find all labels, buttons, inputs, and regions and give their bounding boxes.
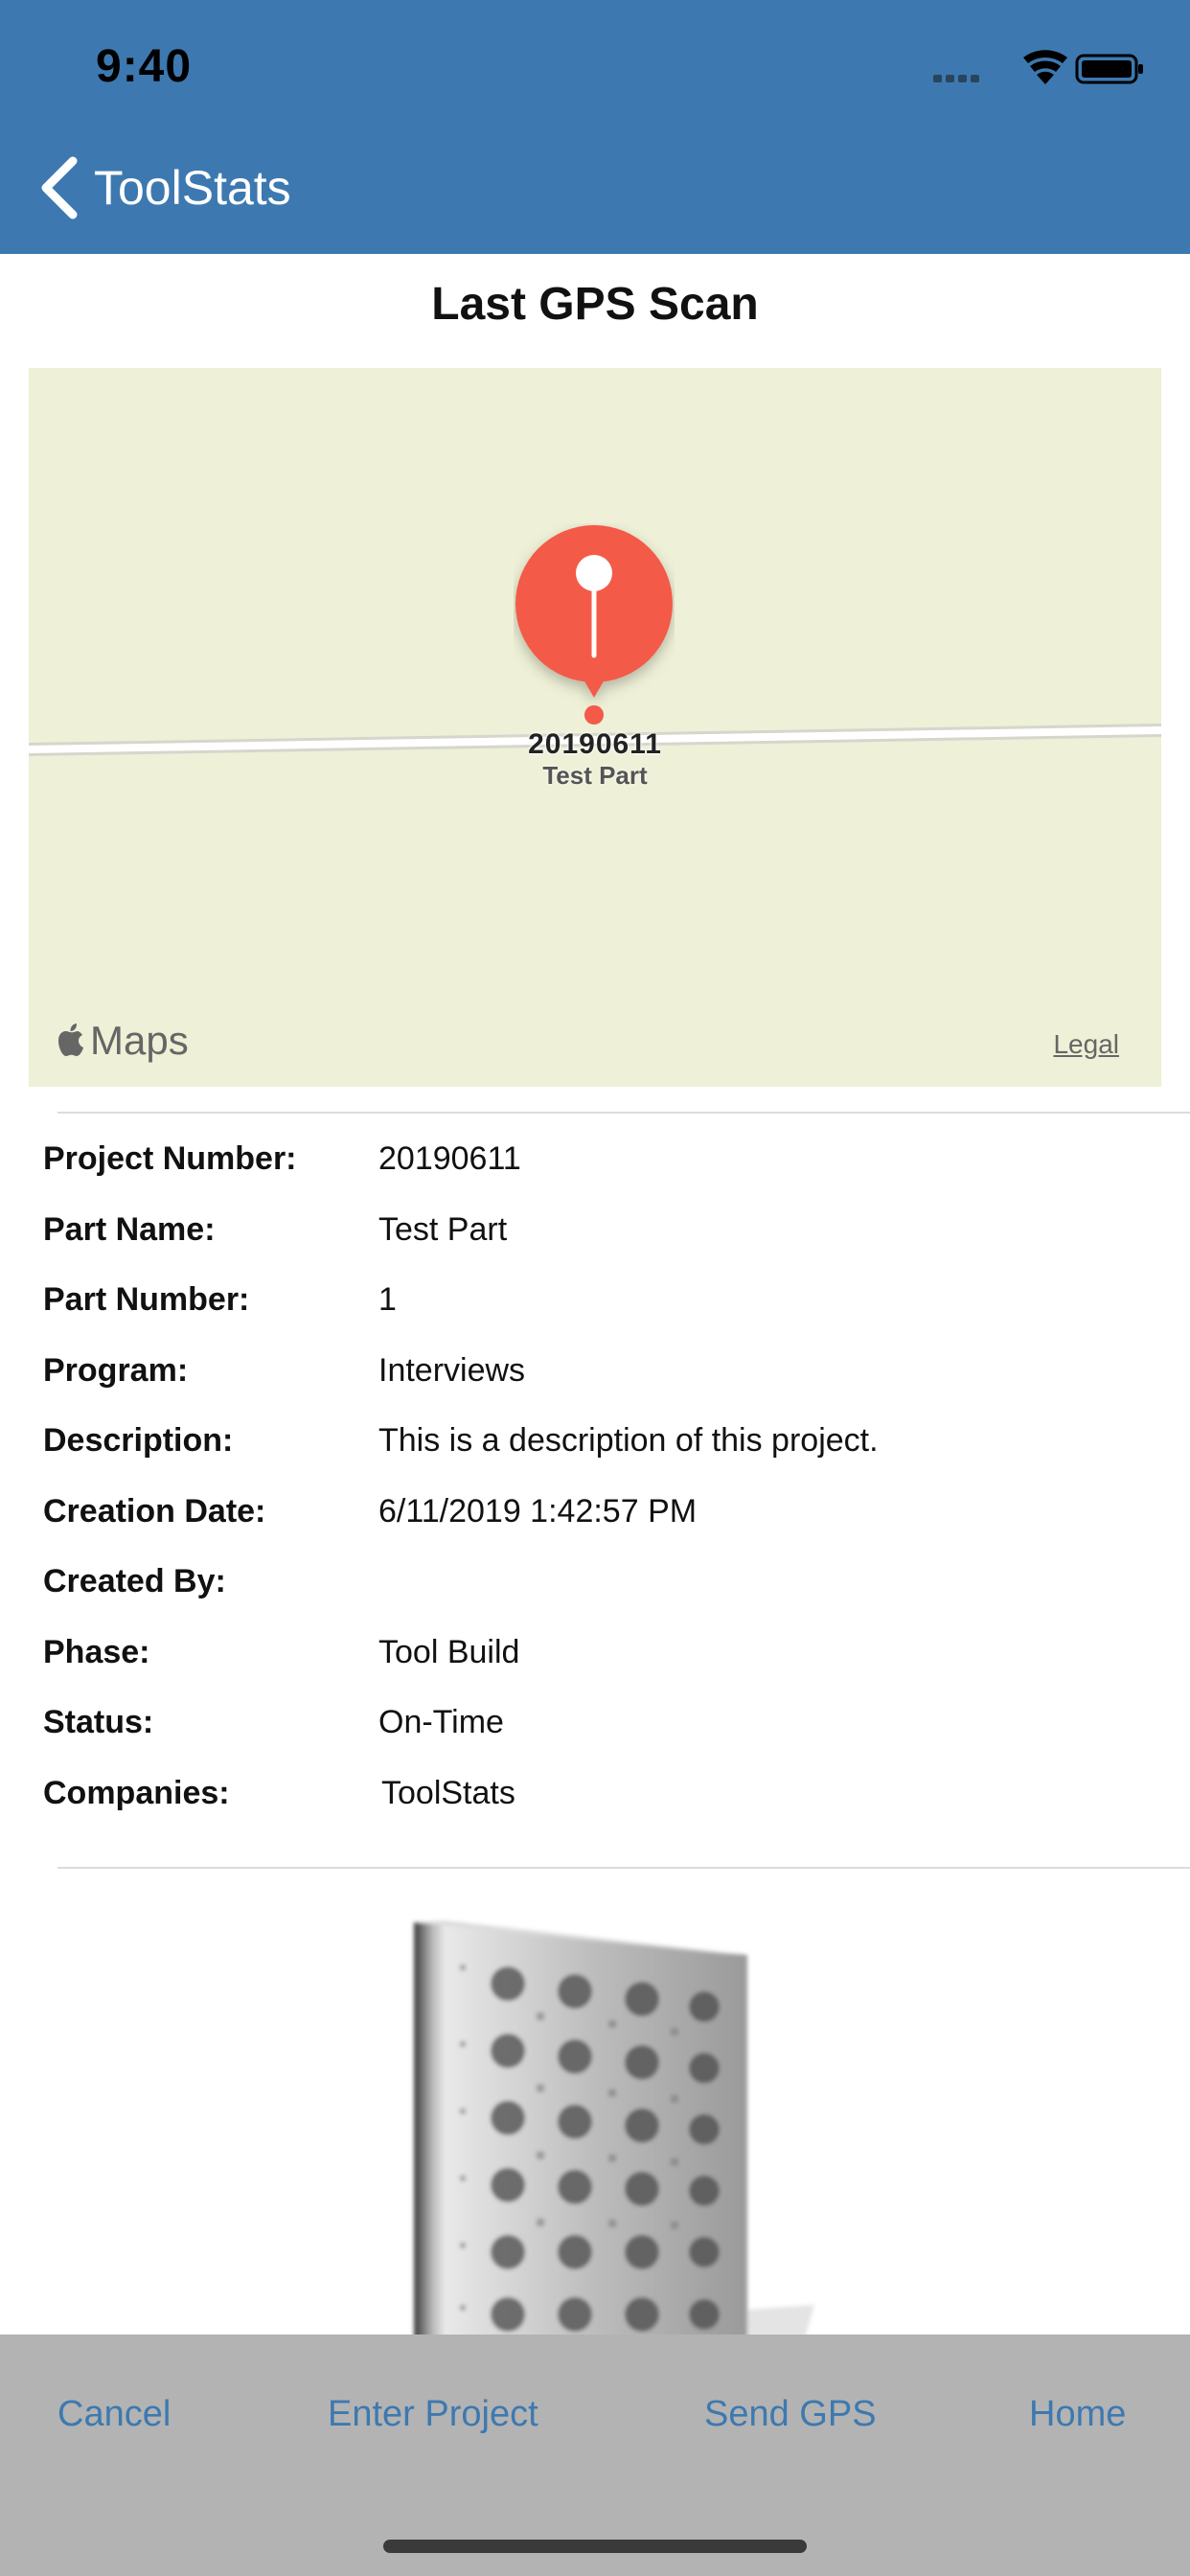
detail-label: Project Number: — [43, 1140, 297, 1177]
detail-value: 6/11/2019 1:42:57 PM — [378, 1493, 698, 1530]
detail-row: Program: Interviews — [0, 1352, 1190, 1410]
detail-value: Test Part — [378, 1211, 508, 1248]
detail-label: Created By: — [43, 1563, 226, 1599]
wifi-icon — [1023, 50, 1067, 84]
detail-value: 1 — [378, 1281, 397, 1318]
back-label: ToolStats — [94, 161, 291, 215]
detail-label: Status: — [43, 1704, 154, 1740]
detail-row: Status: On-Time — [0, 1704, 1190, 1761]
enter-project-button[interactable]: Enter Project — [328, 2394, 538, 2435]
detail-label: Creation Date: — [43, 1493, 266, 1530]
cellular-signal-icon — [933, 75, 979, 82]
home-indicator[interactable] — [383, 2540, 807, 2553]
detail-label: Companies: — [43, 1775, 230, 1811]
detail-label: Description: — [43, 1422, 234, 1459]
section-title: Last GPS Scan — [431, 279, 759, 330]
detail-row: Created By: — [0, 1563, 1190, 1621]
divider — [57, 1867, 1190, 1869]
detail-row: Creation Date: 6/11/2019 1:42:57 PM — [0, 1493, 1190, 1551]
pin-subtitle: Test Part — [542, 761, 648, 790]
send-gps-button[interactable]: Send GPS — [704, 2394, 877, 2435]
detail-row: Phase: Tool Build — [0, 1634, 1190, 1691]
detail-row: Part Name: Test Part — [0, 1211, 1190, 1269]
navigation-bar: 9:40 ToolStats — [0, 0, 1190, 254]
detail-label: Part Number: — [43, 1281, 250, 1318]
detail-value: Interviews — [378, 1352, 526, 1389]
battery-icon — [1075, 54, 1143, 84]
map-view[interactable]: 20190611 Test Part Maps Legal — [29, 368, 1161, 1087]
detail-label: Part Name: — [43, 1211, 216, 1248]
back-button[interactable]: ToolStats — [34, 153, 291, 222]
detail-label: Phase: — [43, 1634, 150, 1670]
detail-value: 20190611 — [378, 1140, 521, 1177]
chevron-left-icon — [41, 156, 78, 219]
detail-row: Companies: ToolStats — [0, 1775, 1190, 1832]
detail-label: Program: — [43, 1352, 189, 1389]
tool-image — [414, 1920, 814, 2338]
detail-value: Tool Build — [378, 1634, 520, 1670]
status-icons — [933, 50, 1143, 84]
bottom-toolbar: Cancel Enter Project Send GPS Home — [0, 2334, 1190, 2576]
maps-brand-text: Maps — [90, 1018, 189, 1063]
cancel-button[interactable]: Cancel — [57, 2394, 171, 2435]
legal-link[interactable]: Legal — [1053, 1029, 1119, 1060]
apple-logo-icon — [58, 1024, 83, 1056]
maps-logo: Maps — [57, 1018, 189, 1064]
detail-value: This is a description of this project. — [378, 1422, 879, 1459]
detail-row: Project Number: 20190611 — [0, 1140, 1190, 1198]
status-time: 9:40 — [96, 41, 193, 92]
pin-title: 20190611 — [528, 728, 662, 760]
map-pin-icon[interactable] — [514, 523, 675, 724]
road — [29, 724, 1161, 756]
detail-value: On-Time — [378, 1704, 504, 1740]
home-button[interactable]: Home — [1029, 2394, 1126, 2435]
detail-value: ToolStats — [381, 1775, 515, 1811]
divider — [57, 1112, 1190, 1114]
detail-row: Description: This is a description of th… — [0, 1422, 1190, 1480]
detail-row: Part Number: 1 — [0, 1281, 1190, 1339]
